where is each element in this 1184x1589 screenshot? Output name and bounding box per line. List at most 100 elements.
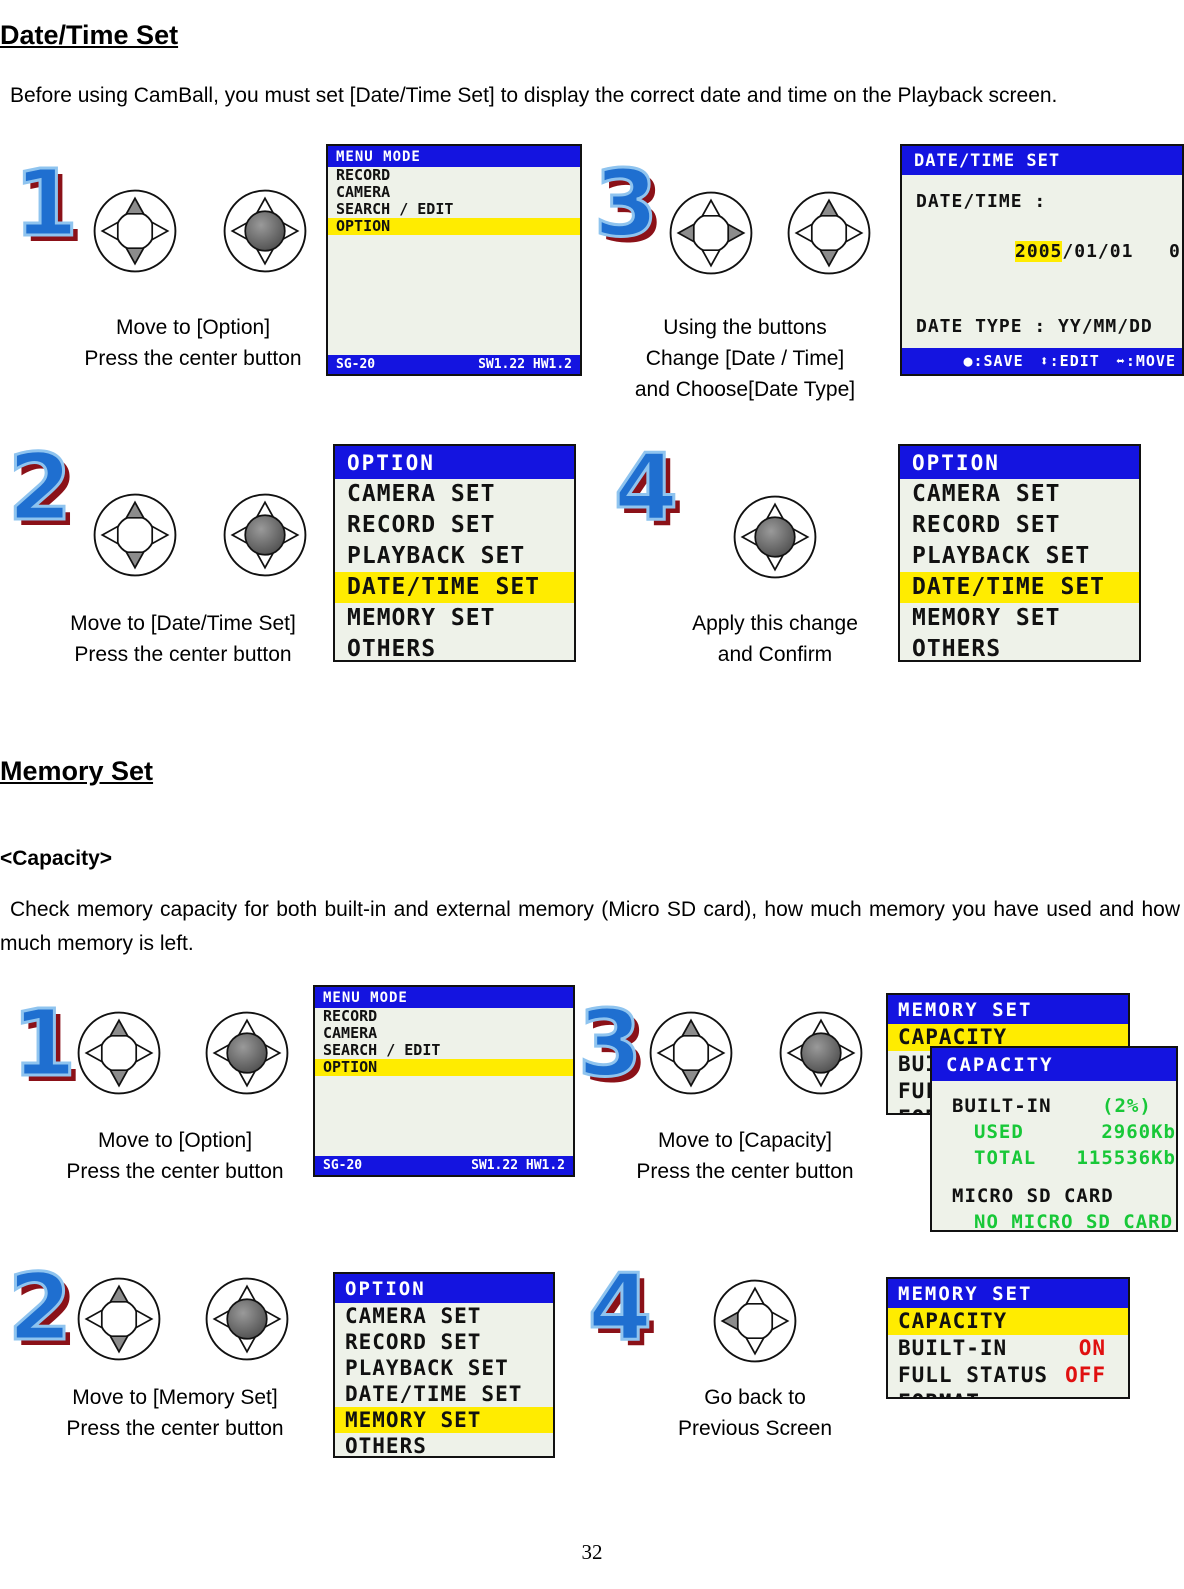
memory-intro-text: Check memory capacity for both built-in …	[0, 893, 1180, 961]
menu-item-option[interactable]: OPTION	[328, 218, 580, 235]
lcd-body-date-time-set: DATE/TIME : 2005/01/01 05:33:35 . DATE T…	[902, 175, 1182, 339]
date-type-value[interactable]: YY/MM/DD	[1058, 316, 1153, 337]
dpad-left-icon-m4[interactable]	[712, 1278, 798, 1364]
dpad-move-icon-m3[interactable]	[648, 1010, 734, 1096]
option-item-record-set[interactable]: RECORD SET	[335, 510, 574, 541]
option-item-memory-set[interactable]: MEMORY SET	[335, 603, 574, 634]
option-item-camera-set[interactable]: CAMERA SET	[335, 1303, 553, 1329]
option-item-date-time-set[interactable]: DATE/TIME SET	[335, 572, 574, 603]
step-2-caption-line1-memory: Move to [Memory Set]	[72, 1386, 278, 1409]
option-item-date-time-set[interactable]: DATE/TIME SET	[335, 1381, 553, 1407]
memory-item-format[interactable]: FORMAT	[888, 1389, 1128, 1397]
step-number-4-datetime: 4	[612, 434, 679, 541]
step-3-caption-line1: Using the buttons	[663, 316, 827, 339]
lcd-header-menu-mode-bottom: MENU MODE	[315, 987, 573, 1008]
dpad-updown-icon	[787, 191, 871, 275]
step-4-caption-line1: Apply this change	[692, 612, 858, 635]
memory-item-capacity[interactable]: CAPACITY	[888, 1308, 1128, 1335]
option-item-playback-set[interactable]: PLAYBACK SET	[335, 541, 574, 572]
dpad-center-press-icon-m2[interactable]	[204, 1276, 290, 1362]
date-rest-field[interactable]: /01/01	[1062, 241, 1133, 262]
footer-hint-edit: ⬍:EDIT	[1040, 352, 1100, 370]
option-item-memory-set[interactable]: MEMORY SET	[900, 603, 1139, 634]
footer-hint-move-label: :MOVE	[1125, 352, 1176, 370]
lcd-body-option-memory: CAMERA SET RECORD SET PLAYBACK SET DATE/…	[335, 1303, 553, 1456]
lcd-body-menu-mode: RECORD CAMERA SEARCH / EDIT OPTION	[328, 167, 580, 235]
lcd-popup-capacity: CAPACITY BUILT-IN (2%) USED 2960Kb TOTAL…	[930, 1046, 1178, 1232]
page-title-memory: Memory Set	[0, 756, 154, 787]
dpad-center-press-icon-4[interactable]	[732, 494, 818, 580]
option-item-others[interactable]: OTHERS	[335, 634, 574, 660]
step-1-caption-line1: Move to [Option]	[115, 316, 271, 339]
dpad-leftright-icon-3[interactable]	[668, 190, 754, 276]
step-1-caption-datetime: Move to [Option] Press the center button	[28, 312, 358, 374]
step-3-caption-datetime: Using the buttons Change [Date / Time] a…	[590, 312, 900, 405]
option-item-others[interactable]: OTHERS	[335, 1433, 553, 1456]
capacity-total-value: 115536Kb	[1076, 1147, 1176, 1169]
option-item-record-set[interactable]: RECORD SET	[900, 510, 1139, 541]
footer-hint-save-label: :SAVE	[973, 352, 1024, 370]
lcd-screen-option-memory: OPTION CAMERA SET RECORD SET PLAYBACK SE…	[333, 1272, 555, 1458]
memory-item-full-status[interactable]: FULL STATUS OFF	[888, 1362, 1128, 1389]
step-2-caption-datetime: Move to [Date/Time Set] Press the center…	[18, 608, 348, 670]
lcd-header-option: OPTION	[335, 446, 574, 479]
dpad-leftright-icon	[669, 191, 753, 275]
dpad-center-press-icon-m1[interactable]	[204, 1010, 290, 1096]
memory-item-built-in[interactable]: BUILT-IN ON	[888, 1335, 1128, 1362]
option-item-date-time-set[interactable]: DATE/TIME SET	[900, 572, 1139, 603]
option-item-camera-set[interactable]: CAMERA SET	[900, 479, 1139, 510]
dpad-move-icon-m2[interactable]	[76, 1276, 162, 1362]
step-number-2-memory: 2	[6, 1254, 73, 1361]
lcd-footer-menu-mode: SG-20 SW1.22 HW1.2	[328, 355, 580, 374]
datetime-value-row[interactable]: 2005/01/01 05:33:35	[916, 214, 1182, 289]
dpad-center-press-icon-m3[interactable]	[778, 1010, 864, 1096]
dpad-center-press-icon-2[interactable]	[222, 492, 308, 578]
year-field-selected[interactable]: 2005	[1015, 241, 1063, 262]
option-item-playback-set[interactable]: PLAYBACK SET	[335, 1355, 553, 1381]
lcd-body-option: CAMERA SET RECORD SET PLAYBACK SET DATE/…	[335, 479, 574, 660]
memory-item-full-status-label: FULL STATUS	[898, 1363, 1049, 1387]
option-item-others[interactable]: OTHERS	[900, 634, 1139, 660]
option-item-record-set[interactable]: RECORD SET	[335, 1329, 553, 1355]
dpad-left-icon	[713, 1279, 797, 1363]
up-down-arrow-icon: ⬍	[1039, 352, 1050, 370]
capacity-used-label: USED	[974, 1121, 1024, 1143]
dpad-move-icon-m1[interactable]	[76, 1010, 162, 1096]
capacity-built-in-label: BUILT-IN	[952, 1095, 1052, 1117]
date-type-row[interactable]: DATE TYPE : YY/MM/DD	[916, 314, 1182, 339]
lcd-body-option-confirm: CAMERA SET RECORD SET PLAYBACK SET DATE/…	[900, 479, 1139, 660]
time-field[interactable]: 05:33:35	[1169, 241, 1182, 262]
step-4-caption-memory: Go back to Previous Screen	[600, 1382, 910, 1444]
menu-item-option[interactable]: OPTION	[315, 1059, 573, 1076]
option-item-playback-set[interactable]: PLAYBACK SET	[900, 541, 1139, 572]
date-type-label: DATE TYPE :	[916, 316, 1059, 337]
menu-item-record[interactable]: RECORD	[328, 167, 580, 184]
dpad-updown-icon-3[interactable]	[786, 190, 872, 276]
menu-item-camera[interactable]: CAMERA	[328, 184, 580, 201]
dpad-center-press-icon-1[interactable]	[222, 188, 308, 274]
capacity-used-row: USED 2960Kb	[952, 1119, 1176, 1145]
lcd-header-capacity: CAPACITY	[932, 1048, 1176, 1081]
menu-item-search-edit[interactable]: SEARCH / EDIT	[328, 201, 580, 218]
step-4-caption-datetime: Apply this change and Confirm	[620, 608, 930, 670]
step-number-3-memory: 3	[576, 990, 643, 1097]
option-item-camera-set[interactable]: CAMERA SET	[335, 479, 574, 510]
step-2-caption-line2: Press the center button	[74, 643, 292, 666]
spacer-row: .	[916, 289, 1182, 314]
lcd-footer-menu-mode-bottom: SG-20 SW1.22 HW1.2	[315, 1156, 573, 1175]
dpad-move-icon-1[interactable]	[92, 188, 178, 274]
step-4-caption-line2-memory: Previous Screen	[677, 1417, 833, 1440]
capacity-built-in-percent: (2%)	[1102, 1095, 1152, 1117]
menu-item-camera[interactable]: CAMERA	[315, 1025, 573, 1042]
lcd-header-memory-set-final: MEMORY SET	[888, 1279, 1128, 1308]
lcd-screen-date-time-set: DATE/TIME SET DATE/TIME : 2005/01/01 05:…	[900, 144, 1184, 376]
menu-item-search-edit[interactable]: SEARCH / EDIT	[315, 1042, 573, 1059]
step-number-3-datetime: 3	[592, 150, 659, 257]
option-item-memory-set[interactable]: MEMORY SET	[335, 1407, 553, 1433]
menu-item-record[interactable]: RECORD	[315, 1008, 573, 1025]
step-1-caption-line2-memory: Press the center button	[66, 1160, 284, 1183]
dpad-center-button-icon	[733, 495, 817, 579]
dpad-move-icon-2[interactable]	[92, 492, 178, 578]
dpad-center-button-icon	[205, 1011, 289, 1095]
step-3-caption-line2: Change [Date / Time]	[645, 347, 845, 370]
